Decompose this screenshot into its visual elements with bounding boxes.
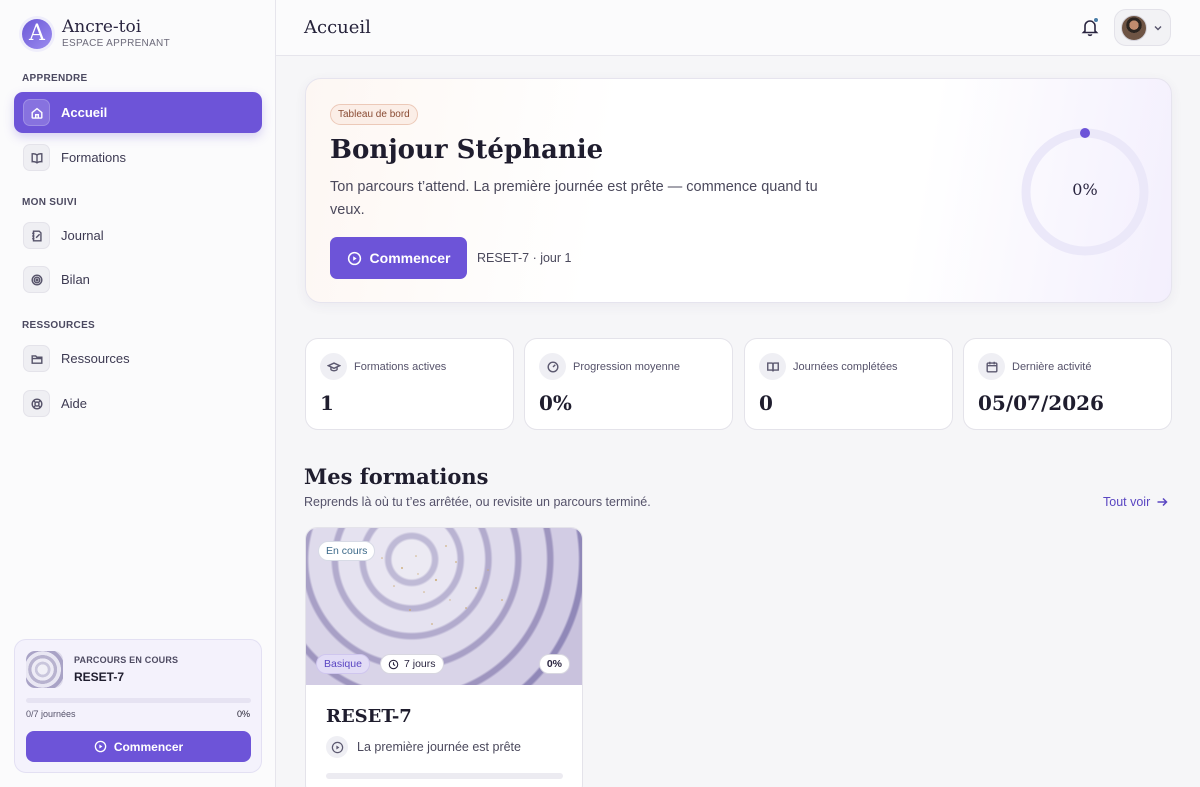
sidebar-item-formations[interactable]: Formations [14,137,262,178]
next-step-label: La première journée est prête [357,740,521,754]
sidebar-start-button[interactable]: Commencer [26,731,251,762]
brand-logo: A [22,18,52,49]
stat-value: 1 [320,391,334,415]
sidebar-item-label: Bilan [61,272,90,287]
stat-value: 0 [759,391,773,415]
clock-icon [388,659,399,669]
greeting-text: Ton parcours t’attend. La première journ… [330,179,818,218]
progress-ring-label: 0% [1072,180,1098,199]
course-card[interactable]: En cours Basique 7 jours 0% RESET-7 La p… [305,527,583,787]
course-progress-bar [326,773,563,779]
stat-label: Progression moyenne [573,361,681,373]
journal-icon [23,222,50,249]
duration-label: 7 jours [404,658,436,670]
stat-label: Journées complétées [793,361,898,373]
section-subtitle: Reprends là où tu t’es arrêtée, ou revis… [304,495,651,509]
sidebar-item-label: Aide [61,396,88,411]
gauge-icon [539,353,566,380]
avatar [1121,14,1147,41]
play-circle-icon [94,740,107,753]
section-title: Mes formations [304,464,489,489]
section-label-mon-suivi: MON SUIVI [22,197,77,208]
play-circle-icon [347,251,361,265]
sidebar-item-label: Formations [61,150,127,165]
brand[interactable]: A Ancre-toi ESPACE APPRENANT [22,18,170,49]
current-course-percent: 0% [236,709,250,719]
status-badge: En cours [318,541,376,561]
sidebar: A Ancre-toi ESPACE APPRENANT APPRENDRE A… [0,0,276,787]
current-course-title: RESET-7 [74,670,125,684]
section-label-ressources: RESSOURCES [22,320,96,331]
section-label-apprendre: APPRENDRE [22,73,88,84]
welcome-hero: Tableau de bord Bonjour Stéphanie Ton pa… [305,78,1172,303]
folder-icon [23,345,50,372]
page-title: Accueil [304,17,371,38]
current-course-days: 0/7 journées [26,709,76,719]
current-course-card: PARCOURS EN COURS RESET-7 0/7 journées 0… [14,639,262,773]
book-icon [23,144,50,171]
user-menu[interactable] [1114,9,1171,46]
sidebar-item-ressources[interactable]: Ressources [14,338,262,379]
stat-card-last-activity: Dernière activité 05/07/2026 [963,338,1172,430]
brand-name: Ancre-toi [62,17,142,37]
start-button[interactable]: Commencer [330,237,467,279]
target-icon [23,266,50,293]
sidebar-item-label: Accueil [61,105,108,120]
next-step: La première journée est prête [326,736,521,758]
start-button-label: Commencer [369,250,451,266]
sidebar-item-label: Ressources [61,351,130,366]
lifebuoy-icon [23,390,50,417]
sidebar-item-bilan[interactable]: Bilan [14,259,262,300]
sidebar-item-label: Journal [61,228,104,243]
stat-value: 05/07/2026 [978,391,1104,415]
sidebar-start-label: Commencer [113,739,184,754]
level-badge: Basique [316,654,370,674]
stat-card-average-progress: Progression moyenne 0% [524,338,733,430]
stat-label: Formations actives [354,361,447,373]
progress-ring-marker [1080,128,1090,138]
current-course-progress-bar [26,698,251,703]
chevron-down-icon [1154,25,1162,30]
stat-label: Dernière activité [1012,361,1092,373]
notifications-button[interactable] [1079,16,1101,38]
top-bar: Accueil [276,0,1200,56]
home-icon [23,99,50,126]
see-all-label: Tout voir [1103,495,1151,509]
sidebar-item-aide[interactable]: Aide [14,383,262,424]
greeting-title: Bonjour Stéphanie [330,135,604,165]
progress-badge: 0% [538,654,570,674]
stat-card-completed-days: Journées complétées 0 [744,338,953,430]
stat-value: 0% [539,391,572,415]
course-day-meta: RESET-7 · jour 1 [477,251,572,265]
course-title: RESET-7 [326,706,412,727]
duration-badge: 7 jours [380,654,444,674]
dashboard-badge: Tableau de bord [330,104,418,125]
stat-card-active-courses: Formations actives 1 [305,338,514,430]
graduation-cap-icon [320,353,347,380]
brand-subtitle: ESPACE APPRENANT [62,38,170,49]
notification-dot [1093,17,1099,23]
course-thumbnail [26,651,63,688]
calendar-icon [978,353,1005,380]
arrow-right-icon [1157,497,1168,507]
current-course-kicker: PARCOURS EN COURS [74,655,179,665]
sidebar-item-journal[interactable]: Journal [14,215,262,256]
see-all-link[interactable]: Tout voir [1103,495,1168,509]
open-book-icon [759,353,786,380]
sidebar-item-accueil[interactable]: Accueil [14,92,262,133]
play-circle-icon [326,736,348,758]
